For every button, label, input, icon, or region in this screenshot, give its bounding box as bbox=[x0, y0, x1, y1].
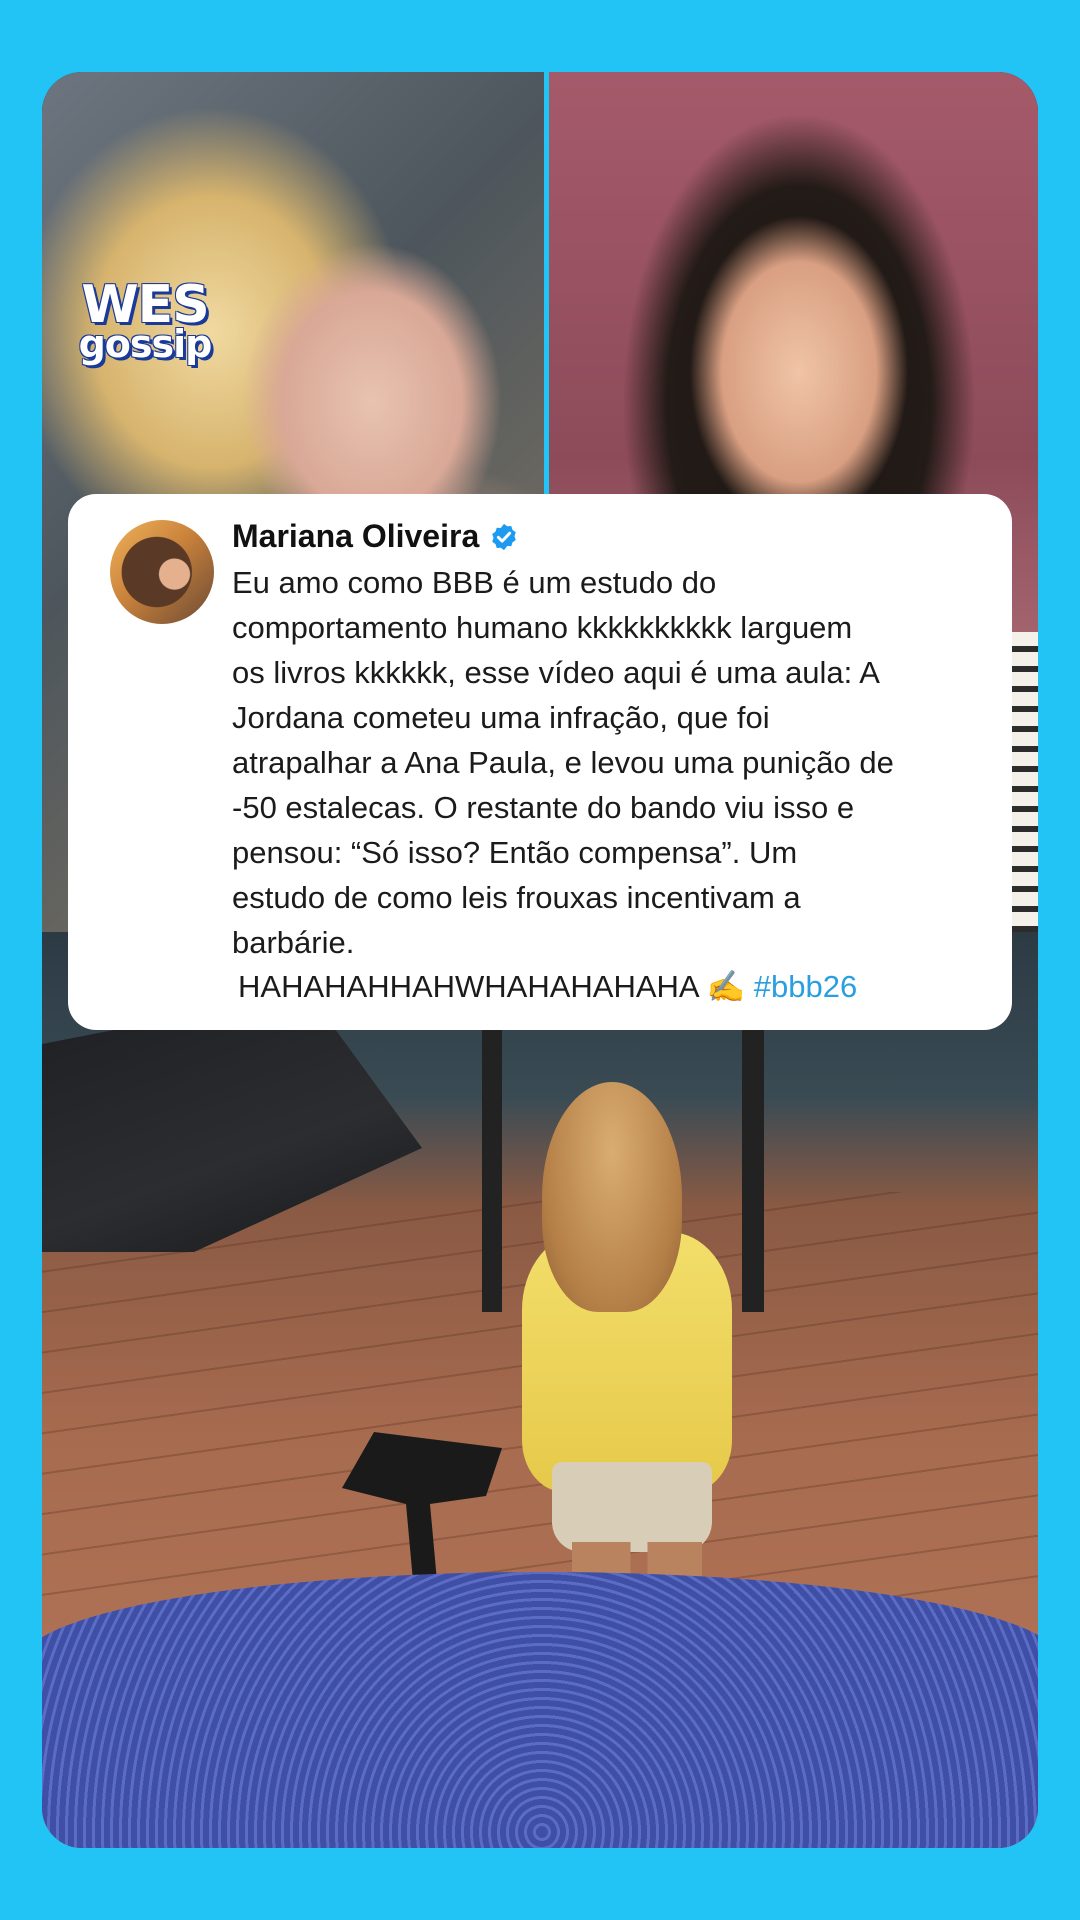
person-shorts bbox=[552, 1462, 712, 1552]
logo-line-2: gossip bbox=[78, 321, 213, 366]
author-row: Mariana Oliveira bbox=[232, 518, 519, 555]
author-name[interactable]: Mariana Oliveira bbox=[232, 518, 479, 555]
blue-rug bbox=[42, 1572, 1038, 1848]
person-curly-hair bbox=[542, 1082, 682, 1312]
author-avatar[interactable] bbox=[110, 520, 214, 624]
tweet-last-line: HAHAHAHHAHWHAHAHAHAHA ✍️ #bbb26 bbox=[238, 964, 857, 1009]
verified-badge-icon bbox=[492, 523, 516, 550]
tweet-laugh-text: HAHAHAHHAHWHAHAHAHAHA ✍️ bbox=[238, 969, 746, 1004]
wes-gossip-logo: WES gossip bbox=[70, 279, 220, 366]
tweet-card: Mariana Oliveira Eu amo como BBB é um es… bbox=[68, 494, 1012, 1030]
striped-top bbox=[1008, 632, 1038, 932]
tweet-body: Eu amo como BBB é um estudo do comportam… bbox=[232, 565, 894, 960]
hashtag-link[interactable]: #bbb26 bbox=[754, 969, 857, 1004]
photo-gym-scene bbox=[42, 932, 1038, 1848]
